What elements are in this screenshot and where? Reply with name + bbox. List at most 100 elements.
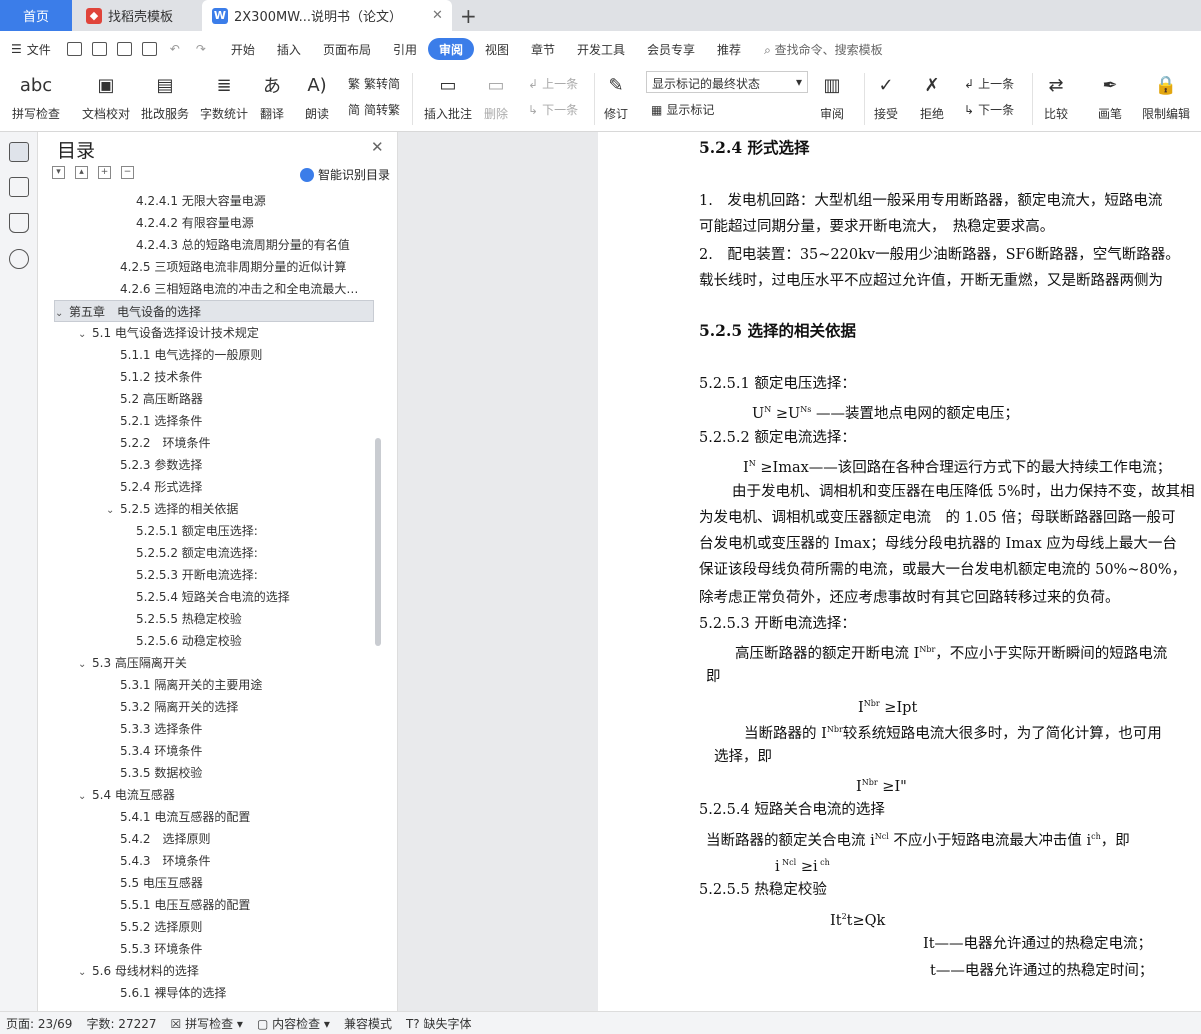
toc-item[interactable]: 5.2.5.6 动稳定校验 [122,630,370,652]
chevron-down-icon[interactable]: ⌄ [78,786,92,806]
export-icon[interactable] [91,42,107,56]
toc-item[interactable]: 5.2.1 选择条件 [106,410,370,432]
remove-level-icon[interactable]: − [121,166,134,179]
collapse-all-icon[interactable]: ▾ [52,166,65,179]
toc-item[interactable]: ⌄ 5.2.5 选择的相关依据 [106,498,370,520]
review-pane-button[interactable]: ▥ 审阅 [818,70,846,122]
menu-tab-9[interactable]: 推荐 [706,38,752,60]
translate-button[interactable]: あ翻译 [258,70,286,122]
toc-item[interactable]: ⌄ 5.3 高压隔离开关 [78,652,370,674]
menu-tab-5[interactable]: 视图 [474,38,520,60]
missing-font-status[interactable]: T? 缺失字体 [406,1015,472,1032]
prev-revision-button[interactable]: ↲ 上一条 [964,75,1014,92]
compare-button[interactable]: ⇄ 比较 [1042,70,1070,122]
accept-button[interactable]: ✓ 接受 [872,70,900,122]
toc-item[interactable]: 5.2.4 形式选择 [106,476,370,498]
command-search[interactable]: ⌕ 查找命令、搜索模板 [764,41,883,58]
toc-item[interactable]: 5.3.3 选择条件 [106,718,370,740]
menu-tab-6[interactable]: 章节 [520,38,566,60]
toc-item[interactable]: 5.5.1 电压互感器的配置 [106,894,370,916]
toc-panel-icon[interactable] [9,142,29,162]
pen-button[interactable]: ✒ 画笔 [1096,70,1124,122]
doc-check-button[interactable]: ▣ 文档校对 [82,70,130,122]
undo-icon[interactable]: ↶ [170,42,180,56]
chevron-down-icon[interactable]: ⌄ [106,500,120,520]
toc-item[interactable]: 5.1.1 电气选择的一般原则 [106,344,370,366]
toc-item[interactable]: 5.2.3 参数选择 [106,454,370,476]
toc-item[interactable]: 5.2 高压断路器 [106,388,370,410]
smart-toc-button[interactable]: 智能识别目录 [300,166,390,183]
page-indicator[interactable]: 页面: 23/69 [6,1015,72,1032]
next-revision-button[interactable]: ↳ 下一条 [964,101,1014,118]
word-count[interactable]: 字数: 27227 [86,1015,156,1032]
sections-icon[interactable] [9,177,29,197]
toc-item[interactable]: 4.2.5 三项短路电流非周期分量的近似计算 [106,256,370,278]
toc-item[interactable]: 4.2.4.1 无限大容量电源 [122,190,370,212]
insert-comment-button[interactable]: ▭ 插入批注 [424,70,472,122]
chevron-down-icon[interactable]: ⌄ [78,654,92,674]
close-icon[interactable]: ✕ [432,8,443,23]
redo-icon[interactable]: ↷ [196,42,206,56]
toc-item[interactable]: 5.1.2 技术条件 [106,366,370,388]
tab-document[interactable]: W 2X300MW...说明书（论文） ✕ [202,0,452,31]
toc-scrollbar[interactable] [375,438,381,646]
chevron-down-icon[interactable]: ⌄ [55,303,69,321]
menu-tab-4[interactable]: 审阅 [427,38,474,60]
markup-state-select[interactable]: 显示标记的最终状态 ▾ [646,71,808,93]
read-aloud-button[interactable]: A) 朗读 [303,70,331,122]
spell-check-button[interactable]: abc 拼写检查 [12,70,60,122]
toc-item[interactable]: ⌄ 5.1 电气设备选择设计技术规定 [78,322,370,344]
menu-tab-1[interactable]: 插入 [266,38,312,60]
tab-template[interactable]: ◆ 找稻壳模板 [76,0,198,31]
simp-trad-button[interactable]: 简简转繁 [348,101,400,118]
toc-item[interactable]: ⌄ 5.4 电流互感器 [78,784,370,806]
word-count-button[interactable]: ≣ 字数统计 [200,70,248,122]
toc-item[interactable]: 5.2.5.4 短路关合电流的选择 [122,586,370,608]
toc-item[interactable]: 4.2.4.2 有限容量电源 [122,212,370,234]
menu-tab-7[interactable]: 开发工具 [566,38,636,60]
toc-item[interactable]: 5.2.5.3 开断电流选择: [122,564,370,586]
toc-item[interactable]: 5.2.5.5 热稳定校验 [122,608,370,630]
batch-service-button[interactable]: ▤ 批改服务 [141,70,189,122]
chevron-down-icon[interactable]: ⌄ [78,324,92,344]
print-icon[interactable] [116,42,132,56]
toc-item[interactable]: 4.2.4.3 总的短路电流周期分量的有名值 [122,234,370,256]
toc-item[interactable]: 5.3.4 环境条件 [106,740,370,762]
toc-item[interactable]: 5.3.1 隔离开关的主要用途 [106,674,370,696]
toc-item[interactable]: 5.4.3 环境条件 [106,850,370,872]
menu-tab-0[interactable]: 开始 [220,38,266,60]
toc-item[interactable]: ⌄ 5.6 母线材料的选择 [78,960,370,982]
toc-item[interactable]: 5.3.5 数据校验 [106,762,370,784]
toc-item[interactable]: 4.2.6 三相短路电流的冲击之和全电流最大有效... [106,278,370,300]
revise-button[interactable]: ✎ 修订 [602,70,630,122]
close-icon[interactable]: ✕ [371,138,384,156]
spell-check-status[interactable]: ☒ 拼写检查 ▾ [171,1015,243,1032]
toc-item[interactable]: 5.6.1 裸导体的选择 [106,982,370,1004]
toc-item[interactable]: 5.2.2 环境条件 [106,432,370,454]
toc-item[interactable]: 5.3.2 隔离开关的选择 [106,696,370,718]
prev-comment-button[interactable]: ↲ 上一条 [528,75,578,92]
tab-home[interactable]: 首页 [0,0,72,31]
toc-item[interactable]: 5.2.5.2 额定电流选择: [122,542,370,564]
menu-tab-3[interactable]: 引用 [382,38,428,60]
toc-item[interactable]: 5.5.2 选择原则 [106,916,370,938]
restrict-edit-button[interactable]: 🔒 限制编辑 [1142,70,1190,122]
toc-item[interactable]: 5.5 电压互感器 [106,872,370,894]
expand-icon[interactable]: ▴ [75,166,88,179]
toc-item[interactable]: ⌄ 第五章 电气设备的选择 [54,300,374,322]
reject-button[interactable]: ✗ 拒绝 [918,70,946,122]
delete-comment-button[interactable]: ▭ 删除 [482,70,510,122]
search-icon[interactable] [9,249,29,269]
next-comment-button[interactable]: ↳ 下一条 [528,101,578,118]
menu-tab-8[interactable]: 会员专享 [636,38,706,60]
save-icon[interactable] [66,42,82,56]
menu-tab-2[interactable]: 页面布局 [312,38,382,60]
add-level-icon[interactable]: + [98,166,111,179]
bookmark-icon[interactable] [9,213,29,233]
toc-item[interactable]: 5.5.3 环境条件 [106,938,370,960]
content-check-status[interactable]: ▢ 内容检查 ▾ [257,1015,330,1032]
toc-item[interactable]: 5.2.5.1 额定电压选择: [122,520,370,542]
preview-icon[interactable] [141,42,157,56]
file-menu[interactable]: ☰ 文件 [0,38,62,60]
trad-simp-button[interactable]: 繁繁转简 [348,75,400,92]
